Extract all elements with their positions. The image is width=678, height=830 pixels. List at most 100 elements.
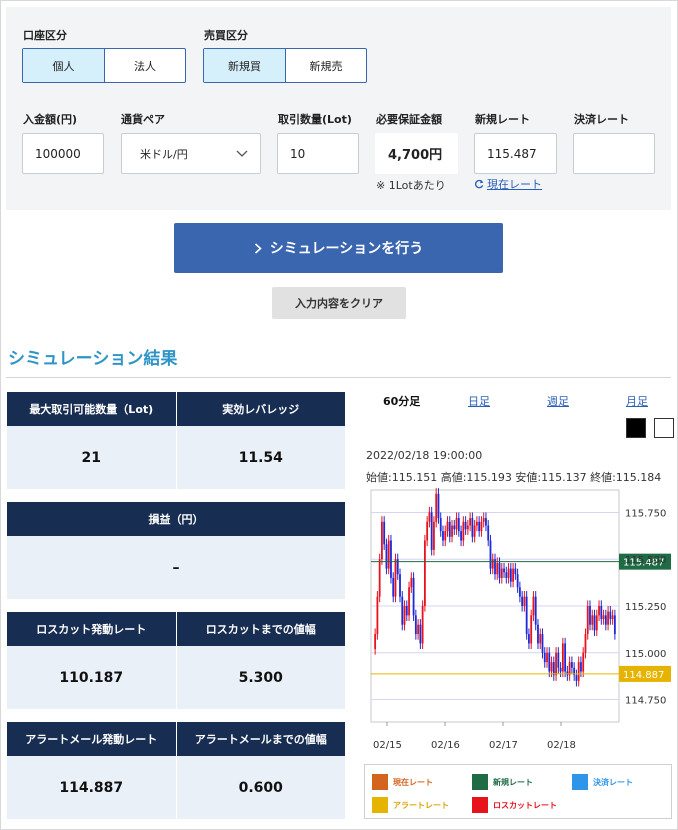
legend-alert-label: アラートレート <box>393 800 449 810</box>
alert-width-value: 0.600 <box>175 756 346 819</box>
candle-datetime: 2022/02/18 19:00:00 <box>366 449 483 462</box>
new-rate-label: 新規レート <box>475 113 530 126</box>
candle-body <box>476 521 478 526</box>
losscut-rate-header: ロスカット発動レート <box>36 623 147 636</box>
required-margin-value: 4,700円 <box>375 133 458 174</box>
candle-body <box>482 518 485 522</box>
candle-body <box>451 525 453 537</box>
lot-quantity-label: 取引数量(Lot) <box>278 113 352 126</box>
candle-body <box>485 518 487 526</box>
candle-body <box>381 521 383 560</box>
candle-body <box>460 531 462 541</box>
tab-daily[interactable]: 日足 <box>468 393 490 409</box>
candle-body <box>473 525 476 537</box>
currency-pair-select[interactable]: 米ドル/円 <box>121 133 261 174</box>
candle-body <box>598 606 600 616</box>
legend-swatch-new <box>472 774 488 790</box>
legend-settle-label: 決済レート <box>593 777 633 787</box>
candle-body <box>541 634 544 653</box>
candle-body <box>525 596 528 635</box>
dark-theme-toggle[interactable] <box>626 418 646 438</box>
candle-body <box>489 540 492 569</box>
candle-body <box>385 544 388 569</box>
y-tick-label: 115.250 <box>625 602 666 613</box>
candle-body <box>577 662 580 681</box>
candle-body <box>528 634 530 644</box>
settlement-rate-input[interactable] <box>573 133 655 174</box>
leverage-value: 11.54 <box>175 426 346 489</box>
result-table-profit-loss: 損益（円） – <box>7 502 345 599</box>
required-margin-label: 必要保証金額 <box>376 113 442 126</box>
result-table-lots-leverage: 最大取引可能数量（Lot) 実効レバレッジ 21 11.54 <box>7 392 345 489</box>
trade-type-toggle: 新規買 新規売 <box>203 48 367 83</box>
candle-body <box>613 615 616 635</box>
current-rate-button[interactable]: 現在レート <box>474 176 542 192</box>
account-type-corporate[interactable]: 法人 <box>104 49 185 82</box>
candle-body <box>539 634 542 644</box>
candle-body <box>600 606 603 620</box>
currency-pair-label: 通貨ペア <box>121 113 165 126</box>
result-table-losscut: ロスカット発動レート ロスカットまでの値幅 110.187 5.300 <box>7 612 345 709</box>
candle-body <box>446 521 449 532</box>
tab-monthly[interactable]: 月足 <box>626 393 648 409</box>
candle-body <box>575 675 578 681</box>
legend-new-label: 新規レート <box>493 777 533 787</box>
candle-body <box>378 559 381 597</box>
tab-60min[interactable]: 60分足 <box>383 393 420 409</box>
candle-body <box>466 525 469 530</box>
candle-body <box>487 525 490 541</box>
trade-type-new-buy[interactable]: 新規買 <box>204 49 285 82</box>
candle-body <box>414 615 417 635</box>
candle-body <box>442 531 444 541</box>
candle-body <box>464 521 467 530</box>
candle-body <box>500 568 503 578</box>
leverage-header: 実効レバレッジ <box>175 392 346 426</box>
candle-body <box>568 662 571 676</box>
account-type-individual[interactable]: 個人 <box>23 49 104 82</box>
tab-weekly[interactable]: 週足 <box>547 393 569 409</box>
candle-body <box>498 562 501 578</box>
candle-body <box>557 652 560 668</box>
x-tick-label: 02/16 <box>431 740 460 751</box>
candle-body <box>453 525 456 530</box>
x-tick-label: 02/18 <box>547 740 576 751</box>
candle-body <box>552 662 555 676</box>
candle-body <box>546 652 548 663</box>
candle-body <box>448 521 451 537</box>
deposit-input[interactable]: 100000 <box>22 133 104 174</box>
candle-body <box>496 562 499 575</box>
candle-body <box>512 568 514 582</box>
y-tick-label: 115.000 <box>625 649 666 660</box>
candle-body <box>491 559 494 569</box>
run-simulation-button[interactable]: シミュレーションを行う <box>174 223 503 273</box>
candle-body <box>514 568 517 575</box>
new-rate-input[interactable]: 115.487 <box>474 133 557 174</box>
candle-body <box>457 518 460 532</box>
candle-body <box>426 521 429 541</box>
candle-body <box>580 662 582 672</box>
candle-body <box>537 624 539 644</box>
lot-quantity-input[interactable]: 10 <box>277 133 359 174</box>
candle-ohlc-summary: 始値:115.151 高値:115.193 安値:115.137 終値:115.… <box>366 471 662 484</box>
max-lots-header: 最大取引可能数量（Lot) <box>29 403 154 416</box>
legend-current-label: 現在レート <box>393 777 433 787</box>
y-tick-label: 115.750 <box>625 508 666 519</box>
legend-swatch-losscut <box>472 797 488 813</box>
candle-body <box>611 615 614 620</box>
clear-input-button[interactable]: 入力内容をクリア <box>272 287 406 319</box>
candle-body <box>383 521 386 545</box>
candle-body <box>604 615 607 625</box>
trade-type-new-sell[interactable]: 新規売 <box>285 49 366 82</box>
candle-body <box>582 652 585 672</box>
candle-body <box>430 512 433 550</box>
refresh-icon <box>475 179 484 189</box>
trade-type-label: 売買区分 <box>204 29 248 42</box>
current-rate-link[interactable]: 現在レート <box>487 176 542 192</box>
candle-body <box>521 596 524 606</box>
results-divider <box>6 377 671 378</box>
candle-body <box>595 615 598 631</box>
candle-body <box>376 596 379 635</box>
light-theme-toggle[interactable] <box>654 418 674 438</box>
candle-body <box>570 662 573 668</box>
price-chart: 115.487114.887 115.750115.500115.250115.… <box>370 488 671 751</box>
